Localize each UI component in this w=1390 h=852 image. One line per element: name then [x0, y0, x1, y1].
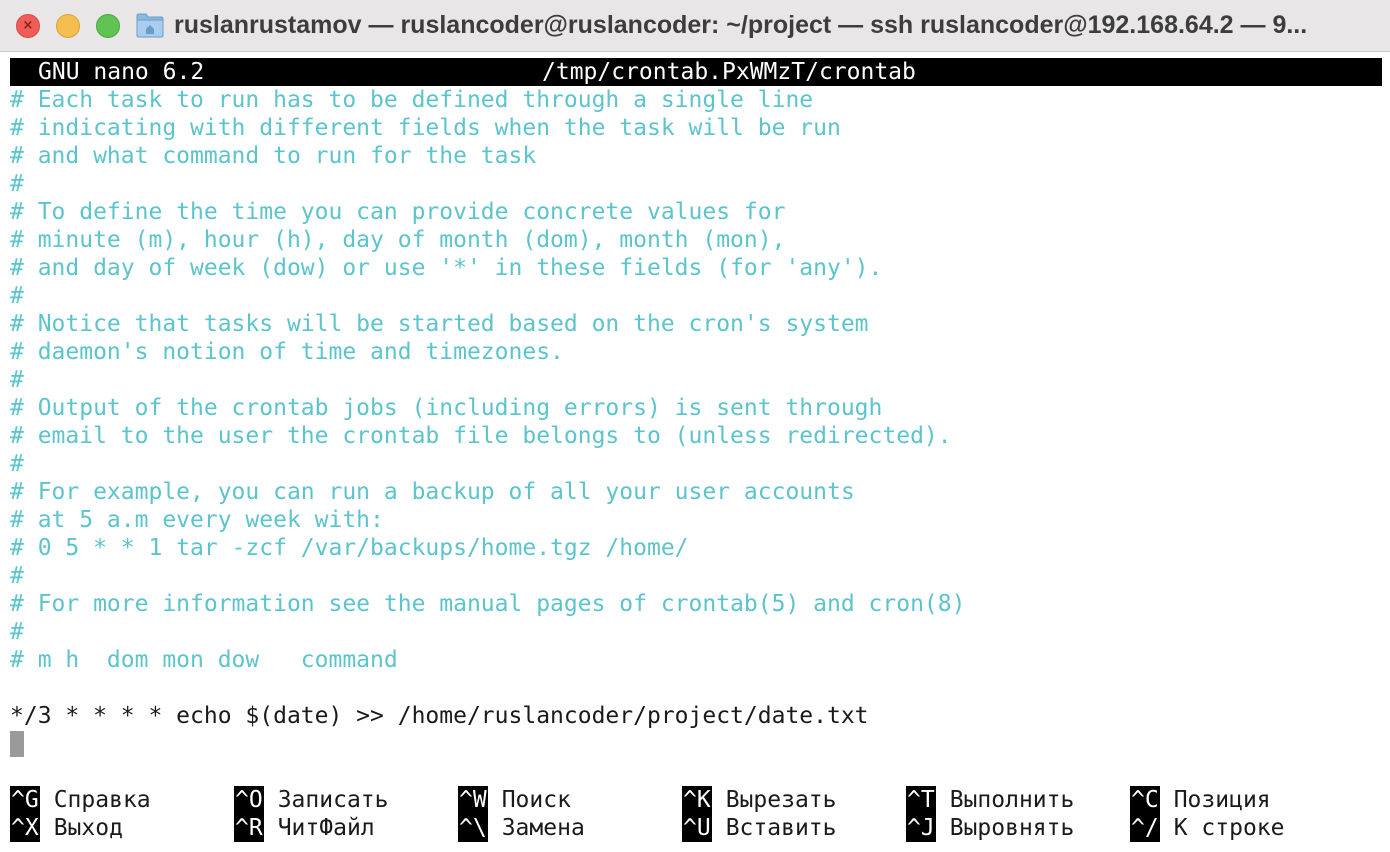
shortcut-label: Выполнить: [949, 787, 1075, 813]
shortcut-key: ^U: [682, 814, 712, 842]
shortcut-item[interactable]: ^/ К строке: [1130, 814, 1284, 842]
shortcut-item[interactable]: ^T Выполнить: [906, 786, 1074, 814]
shortcut-key: ^X: [10, 814, 40, 842]
comment-line: # minute (m), hour (h), day of month (do…: [10, 227, 786, 253]
shortcut-key: ^C: [1130, 786, 1160, 814]
shortcut-key: ^/: [1130, 814, 1160, 842]
comment-line: # For example, you can run a backup of a…: [10, 479, 855, 505]
comment-line: #: [10, 367, 24, 393]
comment-line: # m h dom mon dow command: [10, 647, 398, 673]
terminal-window: × ruslanrustamov — ruslancoder@ruslancod…: [0, 0, 1390, 852]
shortcut-key: ^K: [682, 786, 712, 814]
close-icon: ×: [22, 18, 34, 33]
shortcut-label: ЧитФайл: [277, 815, 375, 841]
comment-line: #: [10, 619, 24, 645]
comment-line: #: [10, 451, 24, 477]
shortcut-item[interactable]: ^J Выровнять: [906, 814, 1074, 842]
comment-line: #: [10, 171, 24, 197]
comment-line: # email to the user the crontab file bel…: [10, 423, 952, 449]
comment-line: # For more information see the manual pa…: [10, 591, 966, 617]
shortcut-item[interactable]: ^W Поиск: [458, 786, 571, 814]
shortcut-key: ^\: [458, 814, 488, 842]
shortcut-label: Поиск: [501, 787, 571, 813]
shortcut-item[interactable]: ^U Вставить: [682, 814, 836, 842]
shortcut-key: ^R: [234, 814, 264, 842]
shortcut-label: Вырезать: [725, 787, 837, 813]
shortcut-key: ^J: [906, 814, 936, 842]
close-button[interactable]: ×: [16, 14, 40, 38]
comment-line: # Each task to run has to be defined thr…: [10, 87, 814, 113]
folder-icon: [136, 13, 164, 38]
nano-version: GNU nano 6.2: [38, 59, 205, 85]
shortcut-key: ^T: [906, 786, 936, 814]
shortcut-key: ^O: [234, 786, 264, 814]
shortcut-label: Справка: [53, 787, 151, 813]
shortcut-label: Записать: [277, 787, 389, 813]
shortcut-item[interactable]: ^R ЧитФайл: [234, 814, 375, 842]
comment-line: #: [10, 563, 24, 589]
zoom-button[interactable]: [96, 14, 120, 38]
title-bar[interactable]: × ruslanrustamov — ruslancoder@ruslancod…: [0, 0, 1390, 52]
shortcut-label: Замена: [501, 815, 585, 841]
shortcut-item[interactable]: ^C Позиция: [1130, 786, 1271, 814]
shortcut-item[interactable]: ^X Выход: [10, 814, 123, 842]
comment-line: # and what command to run for the task: [10, 143, 537, 169]
terminal-content[interactable]: GNU nano 6.2 /tmp/crontab.PxWMzT/crontab…: [0, 52, 1390, 852]
shortcut-item[interactable]: ^\ Замена: [458, 814, 585, 842]
nano-filename: /tmp/crontab.PxWMzT/crontab: [542, 59, 916, 85]
shortcut-label: К строке: [1173, 815, 1285, 841]
nano-header-bar: GNU nano 6.2 /tmp/crontab.PxWMzT/crontab: [10, 58, 1382, 86]
shortcut-label: Вставить: [725, 815, 837, 841]
shortcut-item[interactable]: ^G Справка: [10, 786, 151, 814]
comment-line: # Notice that tasks will be started base…: [10, 311, 869, 337]
comment-line: # To define the time you can provide con…: [10, 199, 786, 225]
shortcut-key: ^G: [10, 786, 40, 814]
comment-line: # at 5 a.m every week with:: [10, 507, 384, 533]
shortcut-key: ^W: [458, 786, 488, 814]
cron-entry-line[interactable]: */3 * * * * echo $(date) >> /home/ruslan…: [10, 702, 869, 730]
comment-line: # indicating with different fields when …: [10, 115, 841, 141]
comment-line: # Output of the crontab jobs (including …: [10, 395, 883, 421]
shortcut-label: Выровнять: [949, 815, 1075, 841]
window-title: ruslanrustamov — ruslancoder@ruslancoder…: [174, 11, 1308, 39]
minimize-button[interactable]: [56, 14, 80, 38]
comment-line: # 0 5 * * 1 tar -zcf /var/backups/home.t…: [10, 535, 689, 561]
comment-line: # daemon's notion of time and timezones.: [10, 339, 564, 365]
shortcut-item[interactable]: ^O Записать: [234, 786, 388, 814]
shortcut-label: Позиция: [1173, 787, 1271, 813]
comment-line: #: [10, 283, 24, 309]
text-cursor: [10, 731, 24, 757]
comment-line: # and day of week (dow) or use '*' in th…: [10, 255, 883, 281]
shortcut-label: Выход: [53, 815, 123, 841]
shortcut-item[interactable]: ^K Вырезать: [682, 786, 836, 814]
